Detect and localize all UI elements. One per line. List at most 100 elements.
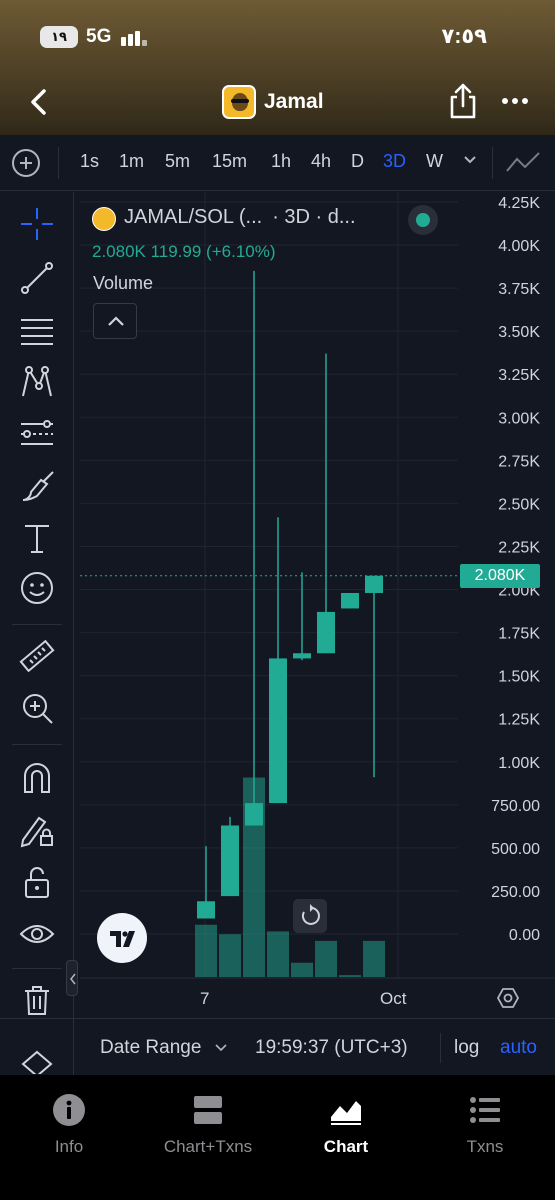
tab-label: Chart <box>323 1137 369 1156</box>
volume-bar <box>339 975 361 977</box>
brush-icon <box>22 471 54 501</box>
date-range-dropdown[interactable]: Date Range <box>100 1037 201 1059</box>
price-axis-label: 250.00 <box>491 884 540 901</box>
auto-scale-toggle[interactable]: auto <box>500 1037 537 1059</box>
token-logo <box>92 207 116 231</box>
top-area: ١٩ 5G ٧:٥٩ Jamal <box>0 0 555 135</box>
candlestick-chart[interactable]: 4.25K 4.00K 3.75K 3.50K 3.25K 3.00K 2.75K 2.50K… <box>80 192 555 1015</box>
tab-label: Chart+Txns <box>163 1137 253 1156</box>
add-symbol-button[interactable] <box>12 149 40 177</box>
tab-txns[interactable]: Txns <box>420 1093 550 1157</box>
timeframe-4h[interactable]: 4h <box>311 151 331 172</box>
log-scale-toggle[interactable]: log <box>454 1037 479 1059</box>
prediction-tool[interactable] <box>17 414 57 454</box>
visibility-tool[interactable] <box>17 914 57 954</box>
chevron-down-icon[interactable] <box>463 155 477 165</box>
chevron-up-icon <box>108 316 124 326</box>
info-icon <box>53 1094 85 1126</box>
split-view-icon <box>194 1096 222 1124</box>
price-axis-label: 2.25K <box>498 539 540 556</box>
price-axis-label: 3.75K <box>498 281 540 298</box>
chevron-down-icon[interactable] <box>215 1044 227 1052</box>
emoji-tool[interactable] <box>17 568 57 608</box>
candle-body <box>341 592 359 609</box>
last-price-tag: 2.080K <box>460 564 540 588</box>
share-icon <box>450 83 476 119</box>
toolbar-divider <box>12 744 62 745</box>
lock-drawing-tool[interactable] <box>17 810 57 850</box>
timeframe-1h[interactable]: 1h <box>271 151 291 172</box>
collapse-legend-button[interactable] <box>93 303 137 339</box>
candle-body <box>317 611 335 654</box>
volume-label[interactable]: Volume <box>93 273 153 294</box>
chevron-left-icon <box>31 89 46 115</box>
pattern-icon <box>22 366 52 397</box>
text-tool[interactable] <box>17 518 57 558</box>
timeframe-5m[interactable]: 5m <box>165 151 190 172</box>
bottom-tab-bar: Info Chart+Txns Chart Txns <box>0 1075 555 1200</box>
smiley-icon <box>21 572 53 604</box>
tab-info[interactable]: Info <box>4 1093 134 1157</box>
candle-body <box>221 825 239 897</box>
measure-tool[interactable] <box>17 636 57 676</box>
tab-label: Txns <box>466 1137 504 1156</box>
back-button[interactable] <box>22 84 58 120</box>
chevron-left-icon <box>70 973 76 985</box>
more-button[interactable] <box>500 88 530 114</box>
pattern-tool[interactable] <box>17 362 57 402</box>
volume-bar <box>195 924 217 977</box>
trend-line-tool[interactable] <box>17 258 57 298</box>
page-title: Jamal <box>264 90 324 113</box>
unlock-icon <box>25 867 49 898</box>
tab-label: Info <box>54 1137 84 1156</box>
price-axis-label: 2.75K <box>498 453 540 470</box>
fib-tool[interactable] <box>17 310 57 350</box>
header: Jamal <box>0 78 555 126</box>
timezone-clock[interactable]: 19:59:37 (UTC+3) <box>255 1037 408 1059</box>
timeframe-1m[interactable]: 1m <box>119 151 144 172</box>
toolbar-divider <box>492 147 493 179</box>
candle-body <box>293 653 311 659</box>
chart-pane[interactable]: 4.25K 4.00K 3.75K 3.50K 3.25K 3.00K 2.75K 2.50K… <box>80 192 555 1015</box>
tab-chart[interactable]: Chart <box>281 1093 411 1157</box>
magnet-tool[interactable] <box>17 758 57 798</box>
tradingview-logo[interactable] <box>97 913 147 963</box>
chart-toolbar: 1s 1m 5m 15m 1h 4h D 3D W <box>0 135 555 191</box>
volume-bar <box>291 962 313 977</box>
toolbar-divider <box>12 624 62 625</box>
timeframe-15m[interactable]: 15m <box>212 151 247 172</box>
signal-icon <box>121 28 151 46</box>
collapse-toolbar-handle[interactable] <box>66 960 78 996</box>
timeframe-d[interactable]: D <box>351 151 364 172</box>
legend-symbol[interactable]: JAMAL/SOL (... · 3D · d... <box>124 206 356 229</box>
list-icon <box>470 1097 500 1123</box>
brush-tool[interactable] <box>17 466 57 506</box>
share-button[interactable] <box>448 82 478 120</box>
chart-settings-icon[interactable] <box>496 986 520 1010</box>
drawing-toolbar <box>0 192 74 1075</box>
timeframe-3d[interactable]: 3D <box>383 151 406 172</box>
text-icon <box>25 525 49 553</box>
ellipsis-icon <box>502 98 528 104</box>
time-axis-label: Oct <box>380 989 407 1008</box>
timeframe-w[interactable]: W <box>426 151 443 172</box>
delete-tool[interactable] <box>17 980 57 1020</box>
timeframe-1s[interactable]: 1s <box>80 151 99 172</box>
chart-icon <box>331 1101 361 1125</box>
time-axis-label: 7 <box>200 989 210 1008</box>
legend-values: 2.080K 119.99 (+6.10%) <box>92 242 276 261</box>
price-axis-label: 0.00 <box>509 927 540 944</box>
market-status-indicator <box>408 205 438 235</box>
price-axis-label: 1.75K <box>498 626 540 643</box>
indicators-icon[interactable] <box>505 151 541 175</box>
price-axis-label: 1.25K <box>498 712 540 729</box>
tab-chart-txns[interactable]: Chart+Txns <box>143 1093 273 1157</box>
reset-chart-button[interactable] <box>293 899 327 933</box>
trend-line-icon <box>21 262 53 294</box>
zoom-tool[interactable] <box>17 688 57 728</box>
volume-bar <box>363 940 385 977</box>
trash-icon <box>25 986 49 1015</box>
candle-body <box>245 803 263 826</box>
unlock-tool[interactable] <box>17 862 57 902</box>
crosshair-tool[interactable] <box>17 204 57 244</box>
